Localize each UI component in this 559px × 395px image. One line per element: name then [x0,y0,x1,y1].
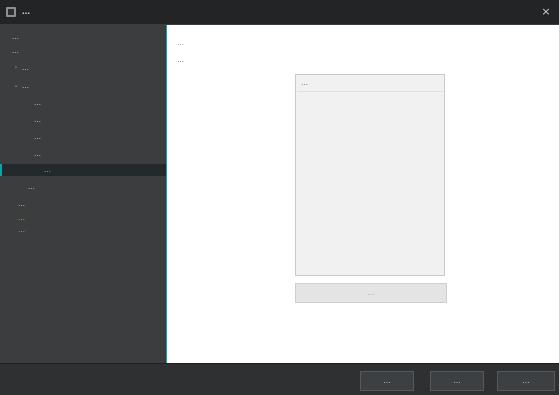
title-bar: … × [0,0,559,25]
sidebar-item-label: … [34,150,41,158]
sidebar-item-label: … [34,116,41,124]
window-title: … [22,7,30,16]
sidebar-item-8[interactable]: … [0,148,166,160]
main-panel: … … … … [166,25,559,363]
chevron-right-icon: › [14,64,18,71]
next-button[interactable]: … [430,371,484,391]
sidebar-item-selected[interactable]: … [0,164,166,176]
item-listbox[interactable]: … [295,74,445,276]
page-heading: … [177,39,184,47]
row-divider [297,91,443,92]
sidebar-item-1[interactable]: … [0,31,166,43]
selection-indicator [0,164,2,176]
sidebar-item-13[interactable]: … [0,224,166,236]
list-item[interactable]: … [297,76,443,90]
sidebar-item-label: … [18,200,25,208]
sidebar-item-label: … [44,166,51,174]
back-button[interactable]: … [360,371,414,391]
close-icon[interactable]: × [538,4,554,20]
sidebar-item-6[interactable]: … [0,114,166,126]
chevron-down-icon: ⌄ [13,82,19,89]
sidebar-item-label: … [22,64,29,72]
sidebar-item-label: … [18,226,25,234]
chevron-icon [0,31,8,43]
cancel-button[interactable]: … [497,371,555,391]
action-button[interactable]: … [295,283,447,303]
sidebar-item-7[interactable]: … [0,131,166,143]
app-icon [6,7,16,17]
sidebar-item-11[interactable]: … [0,198,166,210]
sidebar-item-label: … [22,82,29,90]
sidebar-item-5[interactable]: … [0,97,166,109]
sidebar-item-label: … [34,133,41,141]
sidebar-item-label: … [28,183,35,191]
wizard-footer: … … … [0,363,559,395]
chevron-icon [0,45,8,57]
sidebar-item-4[interactable]: ⌄ … [0,80,166,92]
sidebar-item-label: … [34,99,41,107]
sidebar-item-12[interactable]: … [0,212,166,224]
sidebar-item-label: … [12,33,19,41]
sidebar-item-label: … [12,47,19,55]
sidebar-nav: … … › … ⌄ … … … … … … … … … … [0,25,167,363]
sidebar-item-label: … [18,214,25,222]
page-description: … [177,56,184,64]
sidebar-item-10[interactable]: … [0,181,166,193]
installer-window: … × … … › … ⌄ … … … … … … … … … … … … … … [0,0,559,395]
sidebar-item-2[interactable]: … [0,45,166,57]
sidebar-item-3[interactable]: › … [0,62,166,74]
